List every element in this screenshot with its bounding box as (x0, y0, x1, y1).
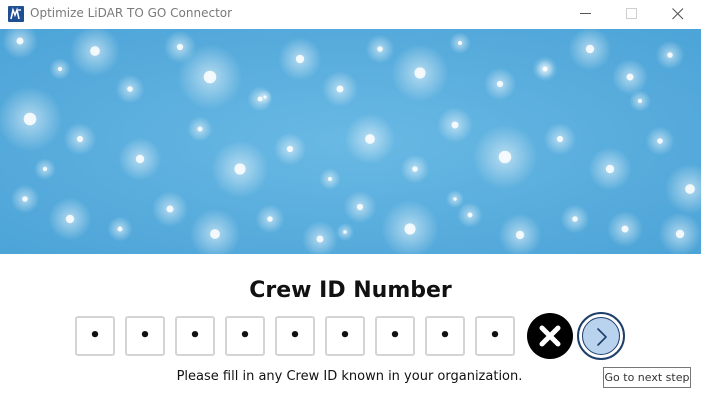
crew-id-digit-1[interactable]: • (75, 316, 115, 356)
crew-id-digit-6[interactable]: • (325, 316, 365, 356)
crew-id-digit-2[interactable]: • (125, 316, 165, 356)
maximize-button[interactable] (609, 0, 655, 29)
next-step-button-face[interactable] (582, 317, 620, 355)
next-step-button[interactable] (577, 312, 625, 360)
clear-x-icon (539, 325, 561, 347)
crew-id-digit-3[interactable]: • (175, 316, 215, 356)
maximize-icon (626, 8, 637, 19)
title-bar: Optimize LiDAR TO GO Connector (0, 0, 701, 29)
crew-id-digit-8[interactable]: • (425, 316, 465, 356)
next-step-tooltip: Go to next step (603, 367, 691, 388)
instruction-text: Please fill in any Crew ID known in your… (176, 369, 523, 384)
minimize-button[interactable] (563, 0, 609, 29)
crew-id-digit-7[interactable]: • (375, 316, 415, 356)
crew-id-digit-5[interactable]: • (275, 316, 315, 356)
chevron-right-icon (597, 328, 607, 346)
crew-id-digit-9[interactable]: • (475, 316, 515, 356)
close-button[interactable] (655, 0, 701, 29)
header-banner-image (0, 29, 701, 254)
clear-button[interactable] (527, 313, 573, 359)
crew-id-digit-4[interactable]: • (225, 316, 265, 356)
app-logo-icon (8, 6, 24, 22)
window-title: Optimize LiDAR TO GO Connector (30, 6, 233, 20)
close-icon (672, 8, 684, 20)
minimize-icon (580, 13, 591, 14)
page-title: Crew ID Number (249, 278, 452, 303)
